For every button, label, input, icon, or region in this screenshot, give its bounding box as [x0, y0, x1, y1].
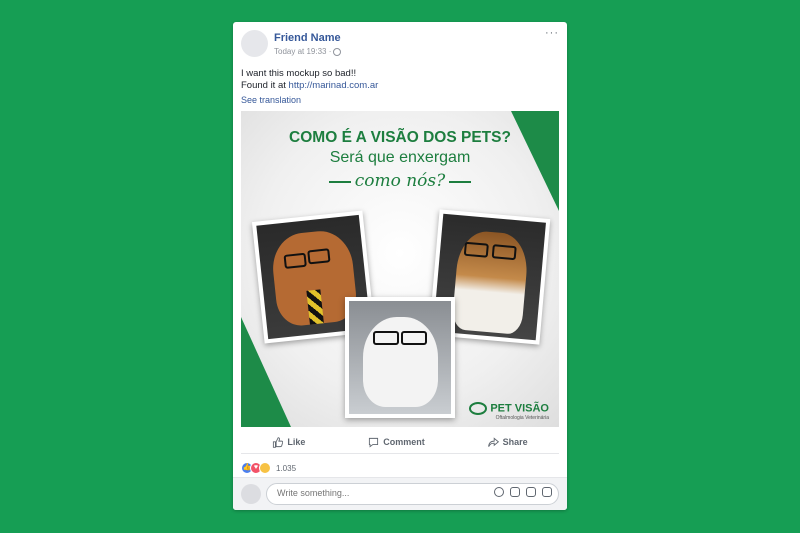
comment-input-box[interactable]: [266, 483, 559, 505]
camera-icon[interactable]: [510, 487, 520, 497]
emoji-icon[interactable]: [494, 487, 504, 497]
post-card: Friend Name Today at 19:33 · ··· I want …: [233, 22, 567, 510]
image-tagline: como nós?: [241, 171, 559, 191]
post-image[interactable]: COMO É A VISÃO DOS PETS? Será que enxerg…: [241, 111, 559, 427]
glasses-icon: [373, 331, 399, 345]
comment-input[interactable]: [275, 487, 469, 499]
reactions-count: 1.035: [276, 463, 297, 473]
post-text: I want this mockup so bad!! Found it at …: [241, 68, 378, 92]
brand-subtitle: Oftalmologia Veterinária: [495, 415, 549, 421]
glasses-icon: [307, 248, 331, 265]
image-tagline-text: como nós?: [354, 171, 446, 191]
sticker-icon[interactable]: [542, 487, 552, 497]
post-link[interactable]: http://marinad.com.ar: [289, 80, 379, 91]
share-icon: [487, 436, 499, 447]
thumbs-up-icon: [273, 436, 284, 448]
more-options-icon[interactable]: ···: [545, 27, 559, 39]
post-header: Friend Name Today at 19:33 · ···: [241, 27, 559, 60]
post-text-prefix: Found it at: [241, 80, 289, 91]
comment-composer: [233, 477, 567, 510]
share-button[interactable]: Share: [487, 436, 528, 448]
see-translation-link[interactable]: See translation: [241, 95, 301, 105]
comment-button[interactable]: Comment: [368, 437, 425, 448]
reactions-summary[interactable]: 👍 ♥ 1.035: [241, 461, 296, 475]
share-label: Share: [502, 437, 528, 447]
glasses-icon: [401, 331, 427, 345]
gif-icon[interactable]: [526, 487, 536, 497]
post-text-line2: Found it at http://marinad.com.ar: [241, 80, 378, 92]
like-button[interactable]: Like: [272, 436, 306, 448]
like-label: Like: [287, 437, 306, 447]
comment-label: Comment: [383, 437, 425, 447]
eye-icon: [469, 402, 488, 415]
image-subheadline: Será que enxergam: [329, 149, 471, 166]
post-text-line1: I want this mockup so bad!!: [241, 68, 357, 79]
author-avatar[interactable]: [241, 30, 268, 57]
glasses-icon: [283, 252, 307, 269]
image-headline: COMO É A VISÃO DOS PETS?: [289, 129, 511, 146]
action-bar: Like Comment Share: [241, 431, 559, 454]
brand-name: PET VISÃO: [490, 402, 549, 415]
glasses-icon: [463, 241, 489, 258]
photo-cat: [345, 297, 455, 418]
brand-logo: PET VISÃO Oftalmologia Veterinária: [469, 402, 549, 421]
comment-tools: [494, 487, 552, 497]
beagle-figure: [451, 229, 530, 335]
author-name[interactable]: Friend Name: [274, 32, 341, 44]
glasses-icon: [491, 244, 517, 261]
globe-icon: [333, 47, 342, 56]
timestamp-text: Today at 19:33 ·: [274, 47, 332, 56]
post-timestamp[interactable]: Today at 19:33 ·: [274, 47, 342, 56]
user-avatar: [241, 484, 261, 504]
wow-reaction-icon: [259, 462, 271, 474]
comment-icon: [369, 437, 379, 448]
